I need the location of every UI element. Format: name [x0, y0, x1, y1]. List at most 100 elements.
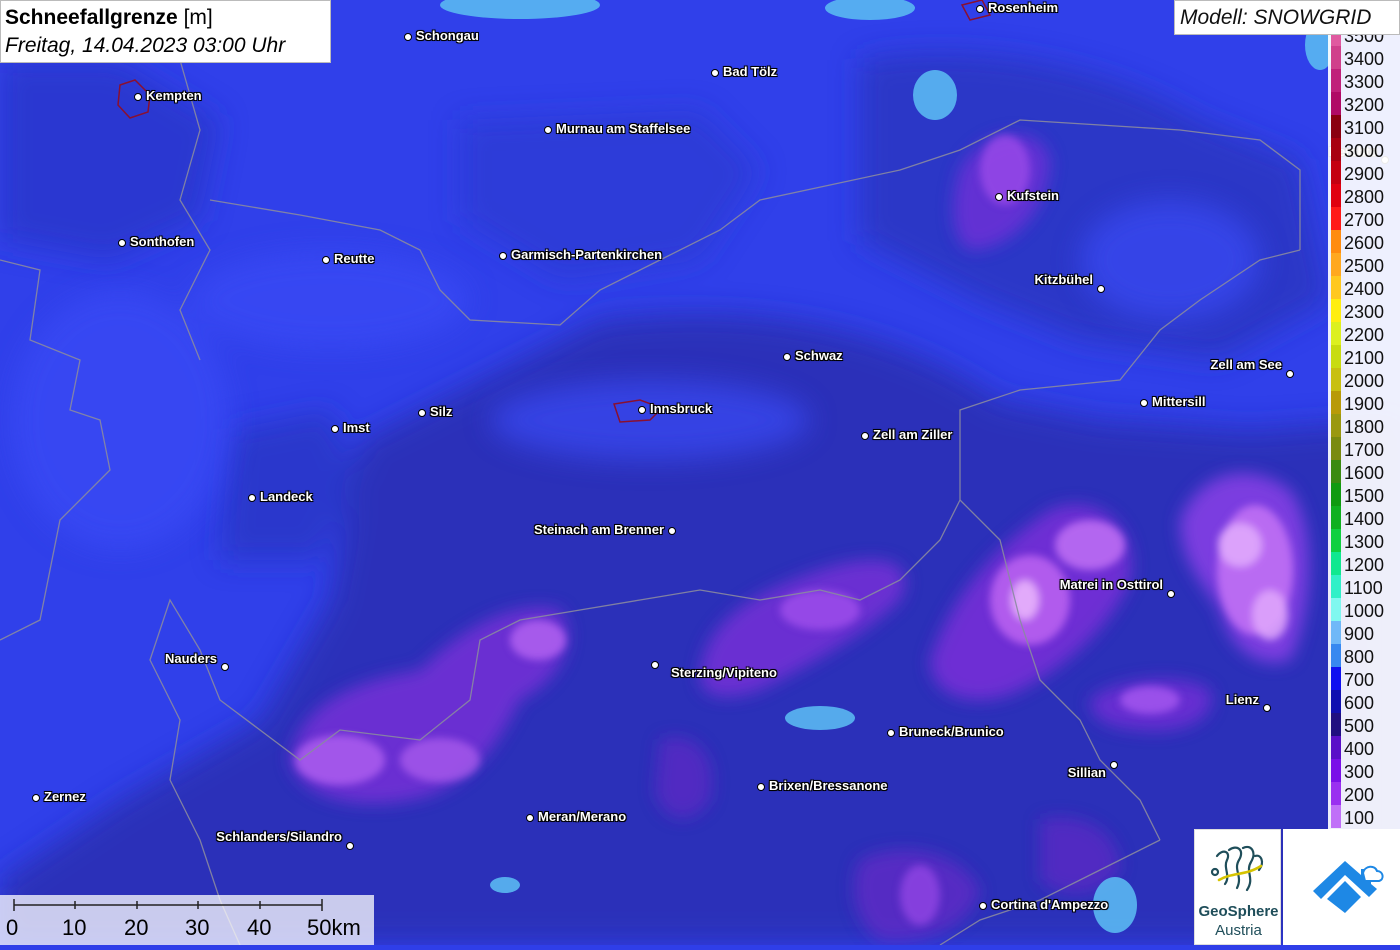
legend-label: 1700 [1344, 440, 1385, 460]
legend-label: 2800 [1344, 187, 1385, 207]
city-label[interactable]: Kufstein [1007, 188, 1059, 203]
legend-entry: 1900 [1328, 391, 1400, 414]
legend-swatch [1331, 207, 1341, 230]
legend-swatch [1331, 115, 1341, 138]
city-label[interactable]: Kempten [146, 88, 202, 103]
city-label[interactable]: Zell am Ziller [873, 427, 952, 442]
city-marker[interactable] [861, 432, 869, 440]
city-label[interactable]: Schwaz [795, 348, 843, 363]
legend-entry: 3100 [1328, 115, 1400, 138]
legend-swatch [1331, 230, 1341, 253]
city-label[interactable]: Brixen/Bressanone [769, 778, 888, 793]
city-label[interactable]: Garmisch-Partenkirchen [511, 247, 662, 262]
legend-swatch [1331, 69, 1341, 92]
legend-swatch [1331, 782, 1341, 805]
scale-label-10: 10 [62, 915, 87, 940]
city-marker[interactable] [1286, 370, 1294, 378]
city-marker[interactable] [404, 33, 412, 41]
legend-swatch [1331, 345, 1341, 368]
legend-swatch [1331, 46, 1341, 69]
legend-swatch [1331, 368, 1341, 391]
legend-label: 1500 [1344, 486, 1385, 506]
legend-entry: 3300 [1328, 69, 1400, 92]
map-timestamp: Freitag, 14.04.2023 03:00 Uhr [5, 34, 286, 57]
legend-label: 2900 [1344, 164, 1385, 184]
city-marker[interactable] [1097, 285, 1105, 293]
city-label[interactable]: Rosenheim [988, 0, 1058, 15]
map-title: Schneefallgrenze [m] [5, 6, 213, 29]
city-label[interactable]: Reutte [334, 251, 374, 266]
city-marker[interactable] [651, 661, 659, 669]
city-label[interactable]: Schongau [416, 28, 479, 43]
city-label[interactable]: Matrei in Osttirol [1060, 577, 1163, 592]
city-label[interactable]: Meran/Merano [538, 809, 626, 824]
legend-entry: 900 [1328, 621, 1400, 644]
city-marker[interactable] [248, 494, 256, 502]
city-marker[interactable] [979, 902, 987, 910]
legend-label: 700 [1344, 670, 1375, 690]
city-marker[interactable] [1167, 590, 1175, 598]
city-label[interactable]: Nauders [165, 651, 217, 666]
city-marker[interactable] [783, 353, 791, 361]
legend-label: 2500 [1344, 256, 1385, 276]
city-marker[interactable] [322, 256, 330, 264]
scale-bar: 0 10 20 30 40 50km [0, 895, 374, 945]
city-marker[interactable] [32, 794, 40, 802]
city-marker[interactable] [976, 5, 984, 13]
model-label: Modell: SNOWGRID [1174, 0, 1400, 35]
city-label[interactable]: Mittersill [1152, 394, 1205, 409]
city-label[interactable]: Schlanders/Silandro [216, 829, 342, 844]
city-label[interactable]: Cortina d'Ampezzo [991, 897, 1108, 912]
legend-swatch [1331, 460, 1341, 483]
city-marker[interactable] [757, 783, 765, 791]
scale-label-20: 20 [124, 915, 149, 940]
legend-label: 1200 [1344, 555, 1385, 575]
city-label[interactable]: Bad Tölz [723, 64, 777, 79]
legend-label: 2200 [1344, 325, 1385, 345]
city-label[interactable]: Sterzing/Vipiteno [671, 665, 777, 680]
legend-entry: 1700 [1328, 437, 1400, 460]
city-marker[interactable] [499, 252, 507, 260]
city-marker[interactable] [668, 527, 676, 535]
city-marker[interactable] [346, 842, 354, 850]
city-marker[interactable] [118, 239, 126, 247]
city-label[interactable]: Innsbruck [650, 401, 712, 416]
city-label[interactable]: Imst [343, 420, 370, 435]
city-marker[interactable] [1140, 399, 1148, 407]
city-label[interactable]: Lienz [1226, 692, 1259, 707]
legend-entry: 2600 [1328, 230, 1400, 253]
geosphere-logo[interactable]: GeoSphere Austria [1194, 829, 1281, 945]
city-label[interactable]: Sonthofen [130, 234, 194, 249]
city-marker[interactable] [1263, 704, 1271, 712]
city-label[interactable]: Landeck [260, 489, 313, 504]
legend-entry: 3000 [1328, 138, 1400, 161]
legend-label: 1400 [1344, 509, 1385, 529]
city-label[interactable]: Silz [430, 404, 452, 419]
city-label[interactable]: Steinach am Brenner [534, 522, 664, 537]
city-label[interactable]: Murnau am Staffelsee [556, 121, 690, 136]
city-marker[interactable] [995, 193, 1003, 201]
app-logo[interactable] [1283, 829, 1400, 945]
legend-swatch [1331, 391, 1341, 414]
city-label[interactable]: Sillian [1068, 765, 1106, 780]
city-label[interactable]: Zell am See [1210, 357, 1282, 372]
city-marker[interactable] [711, 69, 719, 77]
city-label[interactable]: Zernez [44, 789, 86, 804]
city-marker[interactable] [221, 663, 229, 671]
legend-entry: 600 [1328, 690, 1400, 713]
city-marker[interactable] [638, 406, 646, 414]
snowfall-line-map[interactable] [0, 0, 1400, 945]
city-marker[interactable] [544, 126, 552, 134]
city-marker[interactable] [887, 729, 895, 737]
legend-label: 500 [1344, 716, 1375, 736]
legend-swatch [1331, 276, 1341, 299]
city-marker[interactable] [1110, 761, 1118, 769]
city-marker[interactable] [331, 425, 339, 433]
city-label[interactable]: Kitzbühel [1035, 272, 1094, 287]
city-marker[interactable] [418, 409, 426, 417]
city-marker[interactable] [526, 814, 534, 822]
city-label[interactable]: Bruneck/Brunico [899, 724, 1004, 739]
city-marker[interactable] [134, 93, 142, 101]
legend-swatch [1331, 667, 1341, 690]
legend-swatch [1331, 759, 1341, 782]
